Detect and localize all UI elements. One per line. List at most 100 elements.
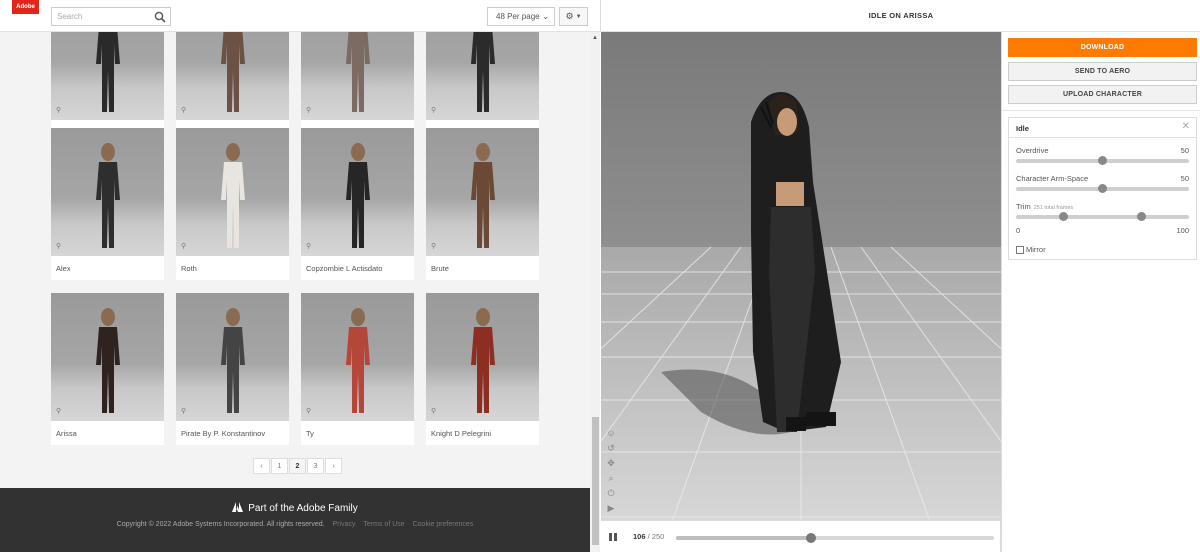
character-thumbnail[interactable]: ⚲: [51, 128, 164, 256]
trim-max: 100: [1176, 226, 1189, 235]
character-name: Brute: [431, 264, 449, 273]
footer-family-text: Part of the Adobe Family: [248, 503, 358, 514]
floor-grid: [601, 92, 1001, 552]
character-thumbnail[interactable]: ⚲: [51, 32, 164, 120]
trim-slider[interactable]: [1016, 212, 1189, 221]
trim-min: 0: [1016, 226, 1021, 235]
search-icon[interactable]: [154, 11, 166, 23]
character-figure: [95, 143, 120, 248]
copyright-text: Copyright © 2022 Adobe Systems Incorpora…: [116, 521, 325, 528]
character-thumbnail[interactable]: ⚲: [426, 293, 539, 421]
character-thumbnail[interactable]: ⚲: [426, 128, 539, 256]
character-thumbnail[interactable]: ⚲: [51, 293, 164, 421]
library-toolbar: Adobe 48 Per page ⌄ ⚙▼: [0, 0, 600, 32]
character-type-icon: ⚲: [56, 107, 62, 114]
character-type-icon: ⚲: [181, 107, 187, 114]
animation-settings-header: Idle ✕: [1009, 118, 1196, 138]
scroll-up-icon[interactable]: ▲: [590, 35, 600, 41]
cookie-preferences-link[interactable]: Cookie preferences: [413, 521, 474, 528]
frame-total: 250: [651, 532, 665, 541]
character-name: Alex: [56, 264, 71, 273]
scrollbar[interactable]: ▲: [590, 32, 600, 552]
move-icon[interactable]: ✥: [605, 458, 617, 470]
adobe-logo[interactable]: Adobe: [12, 0, 39, 14]
character-name: Knight D Pelegrini: [431, 429, 492, 438]
character-card[interactable]: ⚲ Ty: [301, 293, 414, 445]
character-card[interactable]: ⚲ Arissa: [51, 293, 164, 445]
library-panel: ⚲Jody⚲Maynard⚲Martha⚲Drake⚲Alex⚲Roth⚲Cop…: [0, 0, 600, 552]
per-page-select[interactable]: 48 Per page ⌄: [487, 7, 555, 26]
character-card[interactable]: ⚲ Pirate By P. Konstantinov: [176, 293, 289, 445]
pagination-page-1[interactable]: 1: [271, 458, 288, 474]
animation-settings-card: Idle ✕ Overdrive 50 Character Arm-Space …: [1008, 117, 1197, 260]
character-card[interactable]: ⚲ Copzombie L Actisdato: [301, 128, 414, 280]
rotate-icon[interactable]: ↺: [605, 443, 617, 455]
frame-readout: 106 / 250: [633, 532, 665, 541]
arm-space-thumb[interactable]: [1098, 184, 1107, 193]
character-card[interactable]: ⚲ Roth: [176, 128, 289, 280]
footer-family: Part of the Adobe Family: [0, 502, 590, 514]
scroll-thumb[interactable]: [592, 417, 599, 545]
trim-start-thumb[interactable]: [1058, 212, 1068, 221]
upload-character-button[interactable]: UPLOAD CHARACTER: [1008, 85, 1197, 104]
character-thumbnail[interactable]: ⚲: [176, 128, 289, 256]
adobe-a-icon: [232, 502, 244, 512]
overdrive-thumb[interactable]: [1098, 156, 1107, 165]
timeline-fill: [676, 536, 811, 540]
timeline-slider[interactable]: [676, 533, 994, 543]
zoom-icon[interactable]: ⌕: [605, 473, 617, 485]
terms-link[interactable]: Terms of Use: [363, 521, 404, 528]
character-type-icon: ⚲: [56, 408, 62, 415]
character-name: Pirate By P. Konstantinov: [181, 429, 266, 438]
camera-icon[interactable]: ▶: [605, 503, 617, 515]
character-figure: [345, 143, 370, 248]
character-figure: [220, 308, 245, 413]
character-type-icon: ⚲: [306, 243, 312, 250]
trim-end-thumb[interactable]: [1137, 212, 1147, 221]
overdrive-slider[interactable]: [1016, 156, 1189, 165]
mirror-checkbox[interactable]: [1016, 245, 1024, 254]
pagination-next[interactable]: ›: [325, 458, 342, 474]
character-type-icon: ⚲: [306, 408, 312, 415]
overdrive-label: Overdrive: [1016, 146, 1049, 155]
privacy-link[interactable]: Privacy: [333, 521, 356, 528]
character-card[interactable]: ⚲ Brute: [426, 128, 539, 280]
arm-space-value: 50: [1180, 174, 1189, 183]
settings-dropdown-button[interactable]: ⚙ ▼: [559, 7, 588, 26]
character-thumbnail[interactable]: ⚲: [176, 32, 289, 120]
viewer-title: IDLE ON ARISSA: [868, 11, 934, 20]
character-thumbnail[interactable]: ⚲: [176, 293, 289, 421]
trim-label-row: Trim 251 total frames: [1016, 202, 1073, 211]
frame-current: 106: [633, 532, 646, 541]
pagination-page-2[interactable]: 2: [289, 458, 306, 474]
arm-space-slider[interactable]: [1016, 184, 1189, 193]
close-icon[interactable]: ✕: [1182, 121, 1190, 132]
mirror-label: Mirror: [1026, 245, 1046, 254]
chevron-down-icon: ⌄: [542, 12, 549, 21]
search-input[interactable]: [52, 8, 152, 25]
character-thumbnail[interactable]: ⚲: [426, 32, 539, 120]
character-thumbnail[interactable]: ⚲: [301, 293, 414, 421]
power-icon[interactable]: ⏻: [605, 488, 617, 500]
character-figure: [95, 308, 120, 413]
character-thumbnail[interactable]: ⚲: [301, 128, 414, 256]
character-card[interactable]: ⚲ Knight D Pelegrini: [426, 293, 539, 445]
character-thumbnail[interactable]: ⚲: [301, 32, 414, 120]
character-card[interactable]: ⚲ Alex: [51, 128, 164, 280]
timeline-thumb[interactable]: [805, 533, 816, 543]
reset-view-icon[interactable]: ☺: [605, 428, 617, 440]
pagination-page-3[interactable]: 3: [307, 458, 324, 474]
trim-total-frames: 251 total frames: [1033, 205, 1074, 211]
character-type-icon: ⚲: [56, 243, 62, 250]
per-page-value: 48 Per page: [496, 12, 540, 21]
pagination-prev[interactable]: ‹: [253, 458, 270, 474]
character-type-icon: ⚲: [181, 408, 187, 415]
character-type-icon: ⚲: [306, 107, 312, 114]
pause-icon[interactable]: [608, 532, 618, 542]
overdrive-value: 50: [1180, 146, 1189, 155]
gear-icon: ⚙: [565, 11, 574, 21]
3d-viewport[interactable]: [601, 32, 1001, 552]
send-to-aero-button[interactable]: SEND TO AERO: [1008, 62, 1197, 81]
caret-down-icon: ▼: [575, 13, 582, 20]
download-button[interactable]: DOWNLOAD: [1008, 38, 1197, 57]
